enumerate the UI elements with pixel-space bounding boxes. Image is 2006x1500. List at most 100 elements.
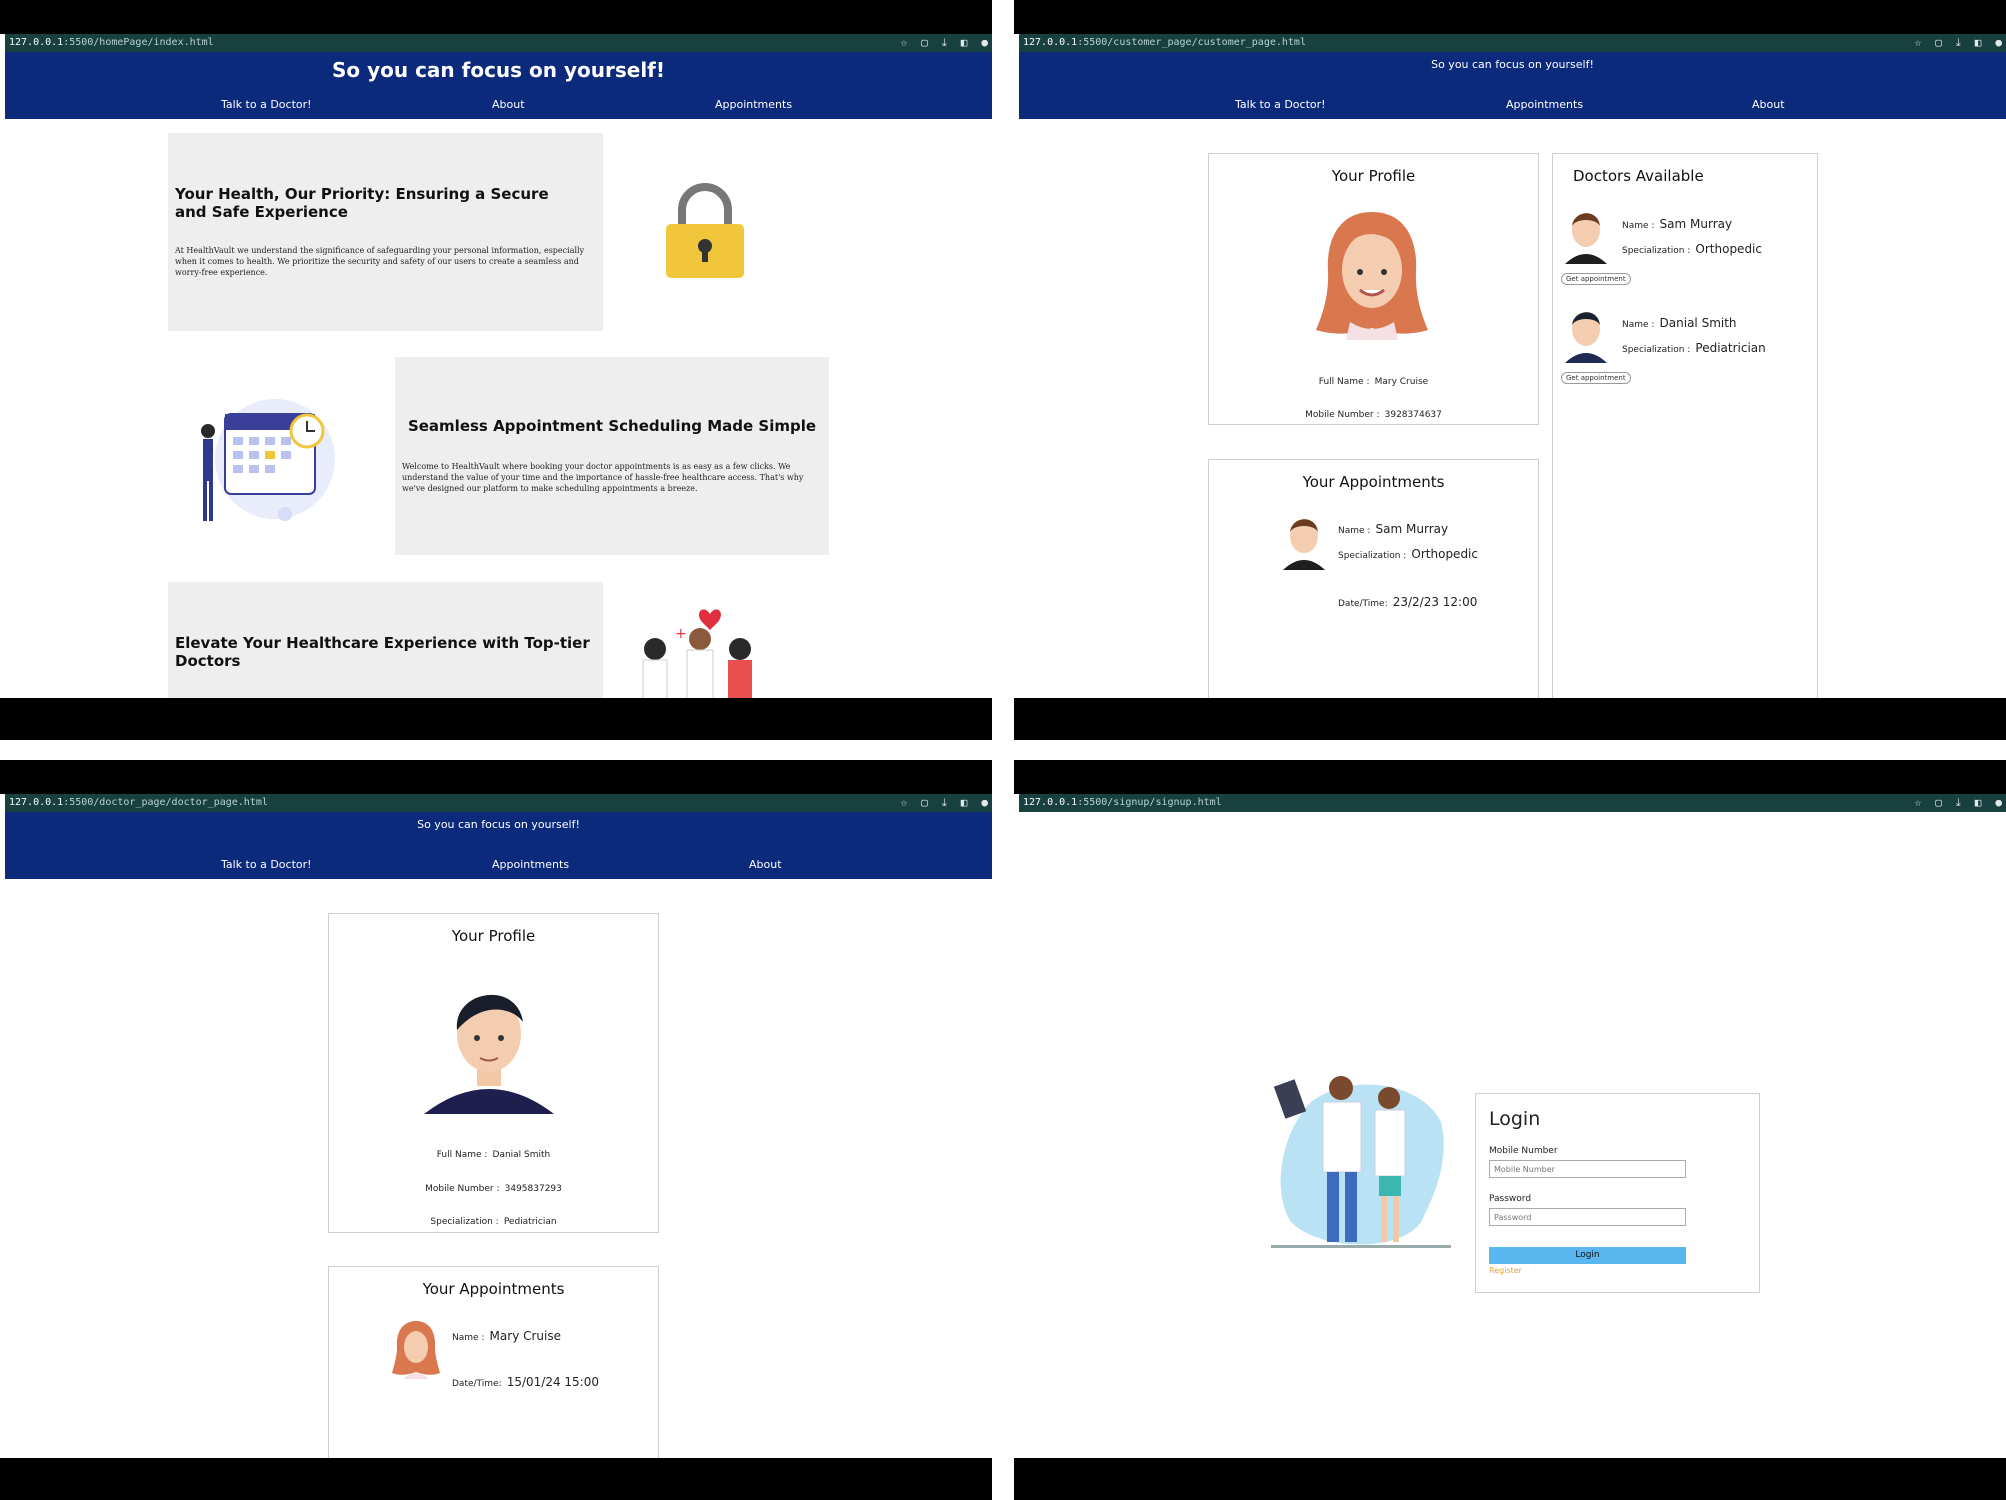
profile-title: Your Profile (1331, 167, 1416, 185)
nav-about[interactable]: About (749, 858, 782, 871)
extension-icon[interactable]: ▢ (921, 34, 928, 52)
download-icon[interactable]: ⤓ (942, 34, 947, 52)
profile-icon[interactable]: ● (981, 34, 988, 52)
nav-talk-to-doctor[interactable]: Talk to a Doctor! (221, 98, 312, 111)
register-link[interactable]: Register (1489, 1266, 1522, 1275)
login-page-screenshot: 127.0.0.1:5500/signup/signup.html ☆ ▢ ⤓ ◧ ● … (1014, 760, 2006, 1500)
doctor-1-name-label: Name : (1622, 221, 1655, 231)
url-path: :5500/customer_page/customer_page.html (1077, 37, 1306, 48)
browser-viewport: 127.0.0.1:5500/doctor_page/doctor_page.h… (5, 794, 992, 1458)
appt-name-label: Name : (1338, 526, 1371, 536)
doctor-1-spec: Orthopedic (1695, 242, 1762, 256)
url-host: 127.0.0.1 (1023, 797, 1078, 808)
padlock-icon (666, 183, 744, 278)
sidebar-icon[interactable]: ◧ (1975, 794, 1982, 812)
nav-about[interactable]: About (492, 98, 525, 111)
download-icon[interactable]: ⤓ (1956, 794, 1961, 812)
black-bar-bottom (1014, 1458, 2006, 1500)
nav-talk-to-doctor[interactable]: Talk to a Doctor! (1235, 98, 1326, 111)
password-input[interactable] (1489, 1208, 1686, 1226)
login-title: Login (1489, 1108, 1541, 1130)
extension-icon[interactable]: ▢ (1935, 794, 1942, 812)
mobile-number-input[interactable] (1489, 1160, 1686, 1178)
profile-icon[interactable]: ● (1995, 34, 2002, 52)
home-page-screenshot: 127.0.0.1:5500/homePage/index.html ☆ ▢ ⤓ ◧ ●… (0, 0, 992, 740)
extension-icon[interactable]: ▢ (1935, 34, 1942, 52)
black-bar-bottom (0, 1458, 992, 1500)
star-icon[interactable]: ☆ (901, 34, 908, 52)
star-icon[interactable]: ☆ (1915, 794, 1922, 812)
security-section: Your Health, Our Priority: Ensuring a Se… (168, 133, 603, 331)
sidebar-icon[interactable]: ◧ (961, 34, 968, 52)
calendar-illustration (201, 399, 335, 521)
doctor-2-spec: Pediatrician (1695, 341, 1766, 355)
tagline: So you can focus on yourself! (331, 58, 665, 82)
appt-name-label: Name : (452, 1333, 485, 1343)
doctor-2-name: Danial Smith (1659, 316, 1737, 330)
sidebar-icon[interactable]: ◧ (961, 794, 968, 812)
doctors-illustration: + (642, 609, 752, 698)
address-bar[interactable]: 127.0.0.1:5500/customer_page/customer_pa… (1019, 34, 2006, 52)
nav-appointments[interactable]: Appointments (1506, 98, 1583, 111)
nav-appointments[interactable]: Appointments (715, 98, 792, 111)
browser-viewport: 127.0.0.1:5500/customer_page/customer_pa… (1019, 34, 2006, 698)
get-appointment-button-2[interactable]: Get appointment (1561, 372, 1631, 384)
svg-text:+: + (675, 626, 687, 642)
star-icon[interactable]: ☆ (901, 794, 908, 812)
get-appointment-button-1[interactable]: Get appointment (1561, 273, 1631, 285)
sidebar-icon[interactable]: ◧ (1975, 34, 1982, 52)
full-name-label: Full Name : (1318, 377, 1370, 387)
customer-page-screenshot: 127.0.0.1:5500/customer_page/customer_pa… (1014, 0, 2006, 740)
nav-appointments[interactable]: Appointments (492, 858, 569, 871)
appointments-card: Your Appointments Name : Sam Murray Spec… (1208, 459, 1539, 698)
appointments-card: Your Appointments Name : Mary Cruise Dat… (328, 1266, 659, 1458)
doctor-2-spec-label: Specialization : (1622, 345, 1691, 355)
profile-icon[interactable]: ● (981, 794, 988, 812)
download-icon[interactable]: ⤓ (942, 794, 947, 812)
appt-name-value: Mary Cruise (489, 1329, 561, 1343)
security-text: At HealthVault we understand the signifi… (175, 246, 585, 277)
male-avatar-icon (1283, 519, 1325, 570)
site-header: So you can focus on yourself! Talk to a … (1019, 52, 2006, 119)
appt-name-value: Sam Murray (1375, 522, 1449, 536)
appt-date-value: 23/2/23 12:00 (1392, 595, 1478, 609)
doctors-available-title: Doctors Available (1573, 167, 1704, 185)
login-card: Login Mobile Number Password Login Regis… (1475, 1093, 1760, 1293)
security-title: Your Health, Our Priority: Ensuring a Se… (175, 185, 549, 221)
mobile-value: 3495837293 (504, 1184, 562, 1194)
extension-icon[interactable]: ▢ (921, 794, 928, 812)
login-button[interactable]: Login (1489, 1247, 1686, 1264)
black-bar-bottom (1014, 698, 2006, 740)
doctor-2-name-label: Name : (1622, 320, 1655, 330)
mobile-number-label: Mobile Number (1489, 1146, 1558, 1156)
black-bar-top (0, 0, 992, 34)
scheduling-title: Seamless Appointment Scheduling Made Sim… (407, 417, 817, 435)
doctor-avatar-icon (1565, 312, 1607, 363)
profile-icon[interactable]: ● (1995, 794, 2002, 812)
profile-card: Your Profile Full Name : Danial Smith Mo… (328, 913, 659, 1233)
mobile-label: Mobile Number : (1305, 410, 1380, 420)
address-bar[interactable]: 127.0.0.1:5500/homePage/index.html ☆ ▢ ⤓ ◧ ● (5, 34, 992, 52)
appt-date-label: Date/Time: (1338, 599, 1388, 609)
full-name-value: Danial Smith (492, 1150, 551, 1160)
tagline: So you can focus on yourself! (417, 818, 580, 831)
black-bar-bottom (0, 698, 992, 740)
browser-viewport: 127.0.0.1:5500/signup/signup.html ☆ ▢ ⤓ ◧ ● … (1019, 794, 2006, 1458)
specialization-label: Specialization : (430, 1217, 499, 1227)
url-path: :5500/signup/signup.html (1077, 797, 1222, 808)
star-icon[interactable]: ☆ (1915, 34, 1922, 52)
mobile-label: Mobile Number : (425, 1184, 500, 1194)
doctors-illustration (1271, 1076, 1451, 1248)
address-bar[interactable]: 127.0.0.1:5500/signup/signup.html ☆ ▢ ⤓ ◧ ● (1019, 794, 2006, 812)
nav-talk-to-doctor[interactable]: Talk to a Doctor! (221, 858, 312, 871)
password-label: Password (1489, 1194, 1532, 1204)
address-bar[interactable]: 127.0.0.1:5500/doctor_page/doctor_page.h… (5, 794, 992, 812)
doctor-1-name: Sam Murray (1659, 217, 1733, 231)
doctor-page-screenshot: 127.0.0.1:5500/doctor_page/doctor_page.h… (0, 760, 992, 1500)
nav-about[interactable]: About (1752, 98, 1785, 111)
full-name-label: Full Name : (436, 1150, 488, 1160)
appt-spec-value: Orthopedic (1411, 547, 1478, 561)
download-icon[interactable]: ⤓ (1956, 34, 1961, 52)
appt-spec-label: Specialization : (1338, 551, 1407, 561)
url-host: 127.0.0.1 (9, 37, 64, 48)
